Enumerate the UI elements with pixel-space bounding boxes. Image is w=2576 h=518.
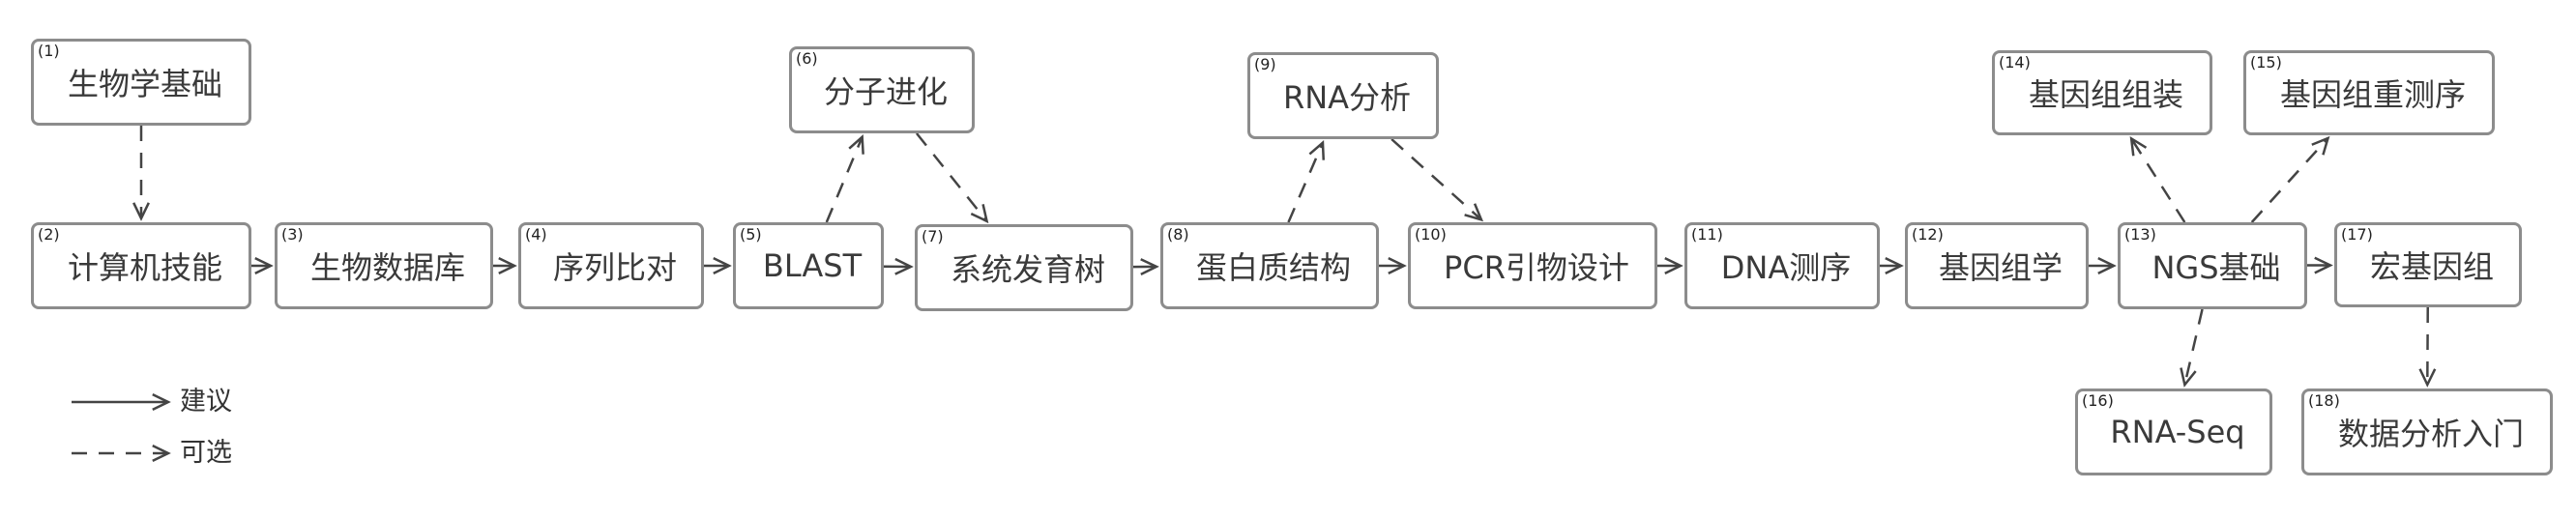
node-label: 生物学基础 <box>67 66 222 102</box>
node-number: (16) <box>2082 391 2114 410</box>
node-number: (14) <box>1999 53 2031 72</box>
node-number: (12) <box>1912 225 1944 244</box>
node-label: 基因组学 <box>1938 249 2063 286</box>
node-label: 蛋白质结构 <box>1195 249 1351 286</box>
legend-recommended-arrow <box>72 393 171 411</box>
node-blast: (5) BLAST <box>733 222 884 309</box>
node-data-analysis-intro: (18) 数据分析入门 <box>2301 388 2553 475</box>
edge-n5-n7 <box>883 257 914 275</box>
node-label: 基因组重测序 <box>2279 76 2466 113</box>
node-label: 生物数据库 <box>309 249 465 286</box>
edge-n13-n15 <box>2250 135 2330 223</box>
node-number: (1) <box>38 42 60 60</box>
edge-n10-n11 <box>1657 257 1683 274</box>
edge-n5-n6 <box>825 134 864 223</box>
node-number: (4) <box>525 225 547 244</box>
edge-n6-n7 <box>915 132 989 224</box>
node-rna-seq: (16) RNA-Seq <box>2075 388 2272 475</box>
edge-n2-n3 <box>251 257 274 274</box>
node-sequence-alignment: (4) 序列比对 <box>518 222 704 309</box>
node-number: (5) <box>740 225 762 244</box>
node-genome-assembly: (14) 基因组组装 <box>1992 50 2212 135</box>
edge-n1-n2 <box>132 126 150 221</box>
node-label: 计算机技能 <box>67 249 222 286</box>
edge-n17-n18 <box>2418 306 2437 388</box>
node-label: 基因组组装 <box>2028 76 2183 113</box>
node-label: DNA测序 <box>1720 249 1852 286</box>
node-label: 系统发育树 <box>950 251 1105 288</box>
node-number: (17) <box>2341 225 2373 244</box>
edge-n13-n17 <box>2306 256 2333 274</box>
node-label: PCR引物设计 <box>1444 249 1629 286</box>
legend-optional-label: 可选 <box>180 438 232 468</box>
node-label: 序列比对 <box>552 249 677 286</box>
node-number: (10) <box>1415 225 1447 244</box>
edge-n12-n13 <box>2089 257 2117 274</box>
edge-n13-n16 <box>2180 308 2204 388</box>
node-dna-sequencing: (11) DNA测序 <box>1684 222 1880 309</box>
node-number: (8) <box>1167 225 1189 244</box>
node-bio-databases: (3) 生物数据库 <box>275 222 493 309</box>
node-label: 分子进化 <box>823 73 948 110</box>
legend-optional-arrow <box>72 445 171 462</box>
edge-n8-n10 <box>1379 257 1407 274</box>
node-label: NGS基础 <box>2152 249 2281 286</box>
node-number: (11) <box>1691 225 1723 244</box>
node-number: (7) <box>922 227 944 245</box>
node-number: (2) <box>38 225 60 244</box>
edge-n3-n4 <box>493 257 517 274</box>
edge-n4-n5 <box>704 257 732 274</box>
node-metagenomics: (17) 宏基因组 <box>2334 222 2522 307</box>
node-biology-basics: (1) 生物学基础 <box>31 39 251 126</box>
node-genomics: (12) 基因组学 <box>1905 222 2089 309</box>
node-protein-structure: (8) 蛋白质结构 <box>1160 222 1379 309</box>
node-number: (13) <box>2124 225 2156 244</box>
node-number: (3) <box>281 225 304 244</box>
edge-n13-n14 <box>2129 135 2186 223</box>
edge-n11-n12 <box>1880 257 1904 274</box>
node-label: BLAST <box>762 247 863 284</box>
node-label: 宏基因组 <box>2369 248 2494 285</box>
node-computer-skills: (2) 计算机技能 <box>31 222 251 309</box>
node-ngs-basics: (13) NGS基础 <box>2118 222 2307 309</box>
edge-n9-n10 <box>1390 138 1484 222</box>
node-number: (6) <box>796 49 818 68</box>
node-genome-resequencing: (15) 基因组重测序 <box>2243 50 2495 135</box>
node-rna-analysis: (9) RNA分析 <box>1247 52 1439 139</box>
node-number: (15) <box>2250 53 2282 72</box>
learning-path-diagram: (1) 生物学基础 (2) 计算机技能 (3) 生物数据库 (4) 序列比对 (… <box>0 0 2576 518</box>
node-molecular-evolution: (6) 分子进化 <box>789 46 975 133</box>
node-phylogenetic-tree: (7) 系统发育树 <box>915 224 1133 311</box>
node-label: RNA-Seq <box>2110 414 2245 450</box>
node-number: (18) <box>2308 391 2340 410</box>
edge-n7-n8 <box>1132 258 1159 275</box>
edge-n8-n9 <box>1287 140 1325 223</box>
legend-recommended-label: 建议 <box>180 387 232 417</box>
node-label: 数据分析入门 <box>2337 416 2524 452</box>
node-pcr-primer-design: (10) PCR引物设计 <box>1408 222 1657 309</box>
node-number: (9) <box>1254 55 1276 73</box>
node-label: RNA分析 <box>1282 79 1412 116</box>
